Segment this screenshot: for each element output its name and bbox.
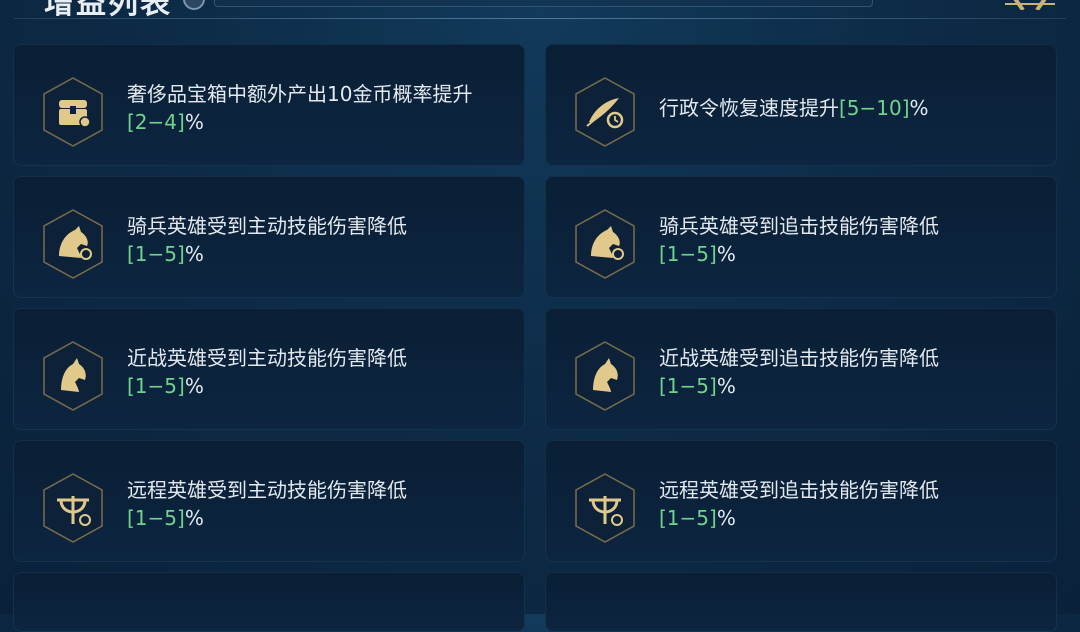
buff-card-partial <box>545 572 1057 632</box>
buff-description: 远程英雄受到追击技能伤害降低 [1−5]% <box>659 478 939 530</box>
buff-value: [1−5] <box>659 374 717 398</box>
buff-description: 远程英雄受到主动技能伤害降低 [1−5]% <box>127 478 407 530</box>
buff-value: [1−5] <box>127 506 185 530</box>
buff-value: [2−4] <box>127 110 185 134</box>
buff-value: [1−5] <box>659 506 717 530</box>
header-bar <box>214 0 873 7</box>
buff-card: 近战英雄受到追击技能伤害降低 [1−5]% <box>545 308 1057 430</box>
cavalry-horse-icon <box>41 208 105 280</box>
header: 增益列表 <box>0 0 1080 30</box>
info-icon[interactable] <box>183 0 205 10</box>
treasure-chest-icon <box>41 76 105 148</box>
buff-card: 远程英雄受到追击技能伤害降低 [1−5]% <box>545 440 1057 562</box>
buff-value: [1−5] <box>659 242 717 266</box>
cavalry-horse-icon <box>573 208 637 280</box>
buff-description: 骑兵英雄受到主动技能伤害降低 [1−5]% <box>127 214 407 266</box>
melee-horse-icon <box>41 340 105 412</box>
buff-value: [1−5] <box>127 242 185 266</box>
divider <box>14 18 1066 19</box>
buff-description: 行政令恢复速度提升[5−10]% <box>659 96 929 120</box>
crossbow-icon <box>41 472 105 544</box>
buff-value: [5−10] <box>839 96 910 120</box>
buff-card: 近战英雄受到主动技能伤害降低 [1−5]% <box>13 308 525 430</box>
quill-clock-icon <box>573 76 637 148</box>
buff-description: 近战英雄受到主动技能伤害降低 [1−5]% <box>127 346 407 398</box>
buff-value: [1−5] <box>127 374 185 398</box>
crossbow-icon <box>573 472 637 544</box>
buff-card: 奢侈品宝箱中额外产出10金币概率提升[2−4]% <box>13 44 525 166</box>
buff-description: 奢侈品宝箱中额外产出10金币概率提升[2−4]% <box>127 82 473 134</box>
buff-card: 行政令恢复速度提升[5−10]% <box>545 44 1057 166</box>
buff-grid: 奢侈品宝箱中额外产出10金币概率提升[2−4]% 行政令恢复速度提升[5−10]… <box>13 44 1059 632</box>
melee-horse-icon <box>573 340 637 412</box>
buff-description: 骑兵英雄受到追击技能伤害降低 [1−5]% <box>659 214 939 266</box>
buff-card: 远程英雄受到主动技能伤害降低 [1−5]% <box>13 440 525 562</box>
close-icon[interactable] <box>1003 0 1057 10</box>
buff-card-partial <box>13 572 525 632</box>
buff-card: 骑兵英雄受到主动技能伤害降低 [1−5]% <box>13 176 525 298</box>
buff-description: 近战英雄受到追击技能伤害降低 [1−5]% <box>659 346 939 398</box>
buff-card: 骑兵英雄受到追击技能伤害降低 [1−5]% <box>545 176 1057 298</box>
